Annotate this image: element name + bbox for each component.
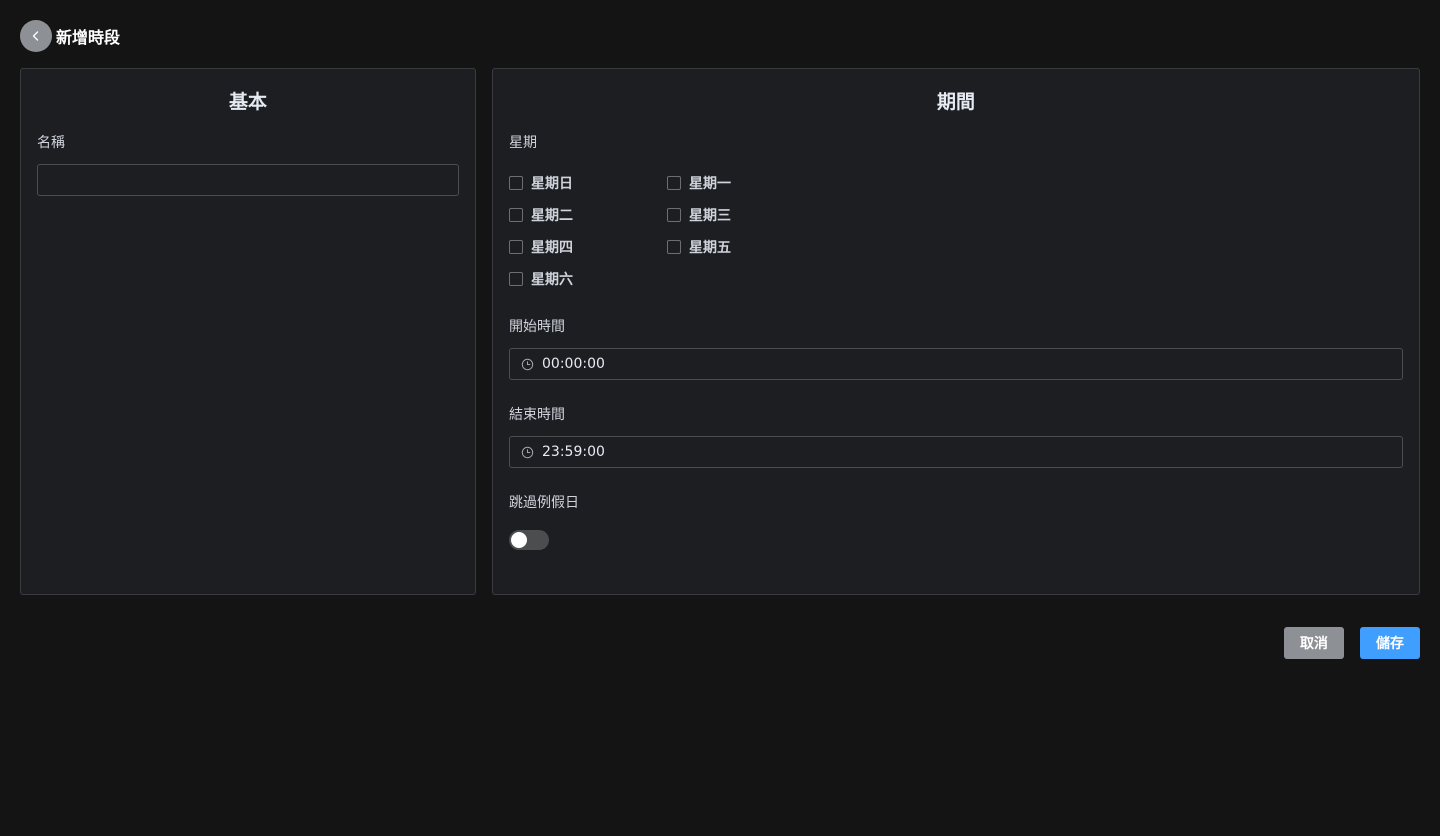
back-button[interactable]	[20, 20, 52, 52]
checkbox-box[interactable]	[667, 240, 681, 254]
clock-icon	[521, 358, 534, 370]
checkbox-label: 星期二	[531, 208, 573, 224]
checkbox-sunday[interactable]: 星期日	[509, 173, 573, 193]
weekday-label: 星期	[509, 135, 537, 151]
switch-knob	[511, 532, 527, 548]
page-title: 新增時段	[56, 28, 121, 47]
checkbox-label: 星期五	[689, 240, 731, 256]
checkbox-box[interactable]	[509, 176, 523, 190]
checkbox-box[interactable]	[509, 272, 523, 286]
basic-panel-title: 基本	[228, 91, 267, 113]
end-time-input[interactable]: 23:59:00	[509, 436, 1403, 468]
checkbox-label: 星期一	[689, 176, 731, 192]
checkbox-box[interactable]	[509, 208, 523, 222]
header: 新增時段	[20, 20, 120, 52]
checkbox-thursday[interactable]: 星期四	[509, 237, 573, 257]
name-label: 名稱	[37, 135, 65, 151]
checkbox-wednesday[interactable]: 星期三	[667, 205, 731, 225]
period-panel-title: 期間	[936, 91, 975, 113]
cancel-button[interactable]: 取消	[1284, 627, 1344, 659]
checkbox-label: 星期六	[531, 272, 573, 288]
chevron-left-icon	[32, 31, 39, 41]
checkbox-label: 星期日	[531, 176, 573, 192]
end-time-value: 23:59:00	[542, 444, 605, 460]
start-time-input[interactable]: 00:00:00	[509, 348, 1403, 380]
start-time-label: 開始時間	[509, 319, 565, 335]
page: 新增時段 基本 名稱 期間 星期 星期日 星期一 星期二 星期三 星期四 星期五…	[0, 0, 1440, 836]
name-input[interactable]	[37, 164, 459, 196]
end-time-label: 結束時間	[509, 407, 565, 423]
checkbox-friday[interactable]: 星期五	[667, 237, 731, 257]
checkbox-saturday[interactable]: 星期六	[509, 269, 573, 289]
clock-icon	[521, 446, 534, 458]
checkbox-box[interactable]	[667, 176, 681, 190]
checkbox-monday[interactable]: 星期一	[667, 173, 731, 193]
save-button[interactable]: 儲存	[1360, 627, 1420, 659]
checkbox-tuesday[interactable]: 星期二	[509, 205, 573, 225]
checkbox-label: 星期四	[531, 240, 573, 256]
checkbox-box[interactable]	[667, 208, 681, 222]
start-time-value: 00:00:00	[542, 356, 605, 372]
skip-holiday-label: 跳過例假日	[509, 495, 579, 511]
checkbox-label: 星期三	[689, 208, 731, 224]
basic-panel: 基本 名稱	[20, 68, 476, 595]
checkbox-box[interactable]	[509, 240, 523, 254]
skip-holiday-switch[interactable]	[509, 530, 549, 550]
period-panel: 期間 星期 星期日 星期一 星期二 星期三 星期四 星期五 星期六 開始時間 0…	[492, 68, 1420, 595]
